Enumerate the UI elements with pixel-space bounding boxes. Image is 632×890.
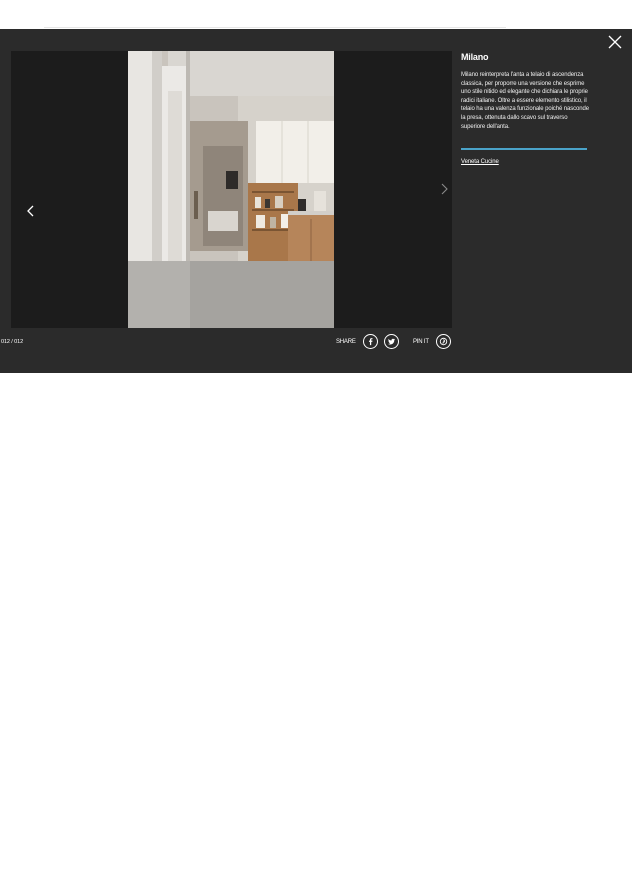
chevron-right-icon xyxy=(441,183,448,195)
lightbox-overlay: Milano Milano reinterpreta l'anta a tela… xyxy=(0,29,632,373)
pin-it-label: PIN IT xyxy=(413,339,429,345)
share-twitter-button[interactable] xyxy=(384,334,399,349)
pinterest-icon xyxy=(439,337,448,346)
chevron-left-icon xyxy=(27,205,34,217)
pinterest-button[interactable] xyxy=(436,334,451,349)
twitter-icon xyxy=(387,338,396,345)
image-counter: 012 / 012 xyxy=(1,339,24,345)
close-icon xyxy=(608,35,622,49)
share-facebook-button[interactable] xyxy=(363,334,378,349)
background-divider xyxy=(44,27,506,28)
kitchen-photo xyxy=(128,51,334,328)
previous-image-button[interactable] xyxy=(23,201,37,221)
next-image-button[interactable] xyxy=(438,179,452,199)
caption-title: Milano xyxy=(461,52,489,62)
image-caption: Milano Milano reinterpreta l'anta a tela… xyxy=(461,51,591,168)
facebook-icon xyxy=(368,338,373,346)
caption-divider xyxy=(461,148,587,151)
share-label: SHARE xyxy=(336,339,356,345)
caption-description: Milano reinterpreta l'anta a telaio di a… xyxy=(461,72,589,130)
close-button[interactable] xyxy=(605,32,625,52)
brand-link[interactable]: Veneta Cucine xyxy=(461,159,499,165)
image-stage xyxy=(11,51,452,328)
